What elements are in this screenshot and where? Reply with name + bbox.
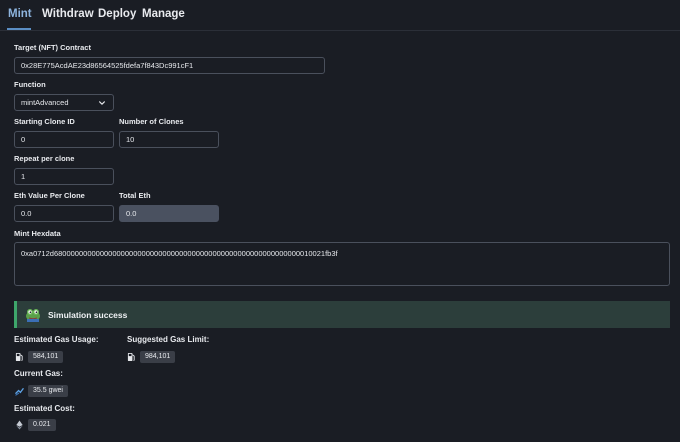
function-label: Function bbox=[14, 80, 46, 89]
starting-clone-id-label: Starting Clone ID bbox=[14, 117, 75, 126]
total-eth-label: Total Eth bbox=[119, 191, 151, 200]
suggested-gas-limit-value: 984,101 bbox=[140, 351, 176, 363]
estimated-gas-usage-label: Estimated Gas Usage: bbox=[14, 335, 99, 344]
number-of-clones-label: Number of Clones bbox=[119, 117, 184, 126]
suggested-gas-limit-label: Suggested Gas Limit: bbox=[127, 335, 210, 344]
tab-withdraw[interactable]: Withdraw bbox=[42, 8, 94, 20]
gas-pump-icon bbox=[15, 352, 23, 362]
tab-mint[interactable]: Mint bbox=[8, 8, 32, 20]
repeat-per-clone-label: Repeat per clone bbox=[14, 154, 75, 163]
target-contract-label: Target (NFT) Contract bbox=[14, 43, 91, 52]
current-gas-value: 35.5 gwei bbox=[28, 385, 68, 397]
estimated-cost-label: Estimated Cost: bbox=[14, 404, 75, 413]
estimated-gas-usage-value: 584,101 bbox=[28, 351, 64, 363]
current-gas-label: Current Gas: bbox=[14, 369, 63, 378]
function-select-value: mintAdvanced bbox=[21, 98, 69, 107]
estimated-cost-value: 0.021 bbox=[28, 419, 56, 431]
tab-manage[interactable]: Manage bbox=[142, 8, 185, 20]
eth-value-per-clone-input[interactable]: 0.0 bbox=[14, 205, 114, 222]
gas-trend-icon bbox=[15, 388, 24, 396]
mint-hexdata-label: Mint Hexdata bbox=[14, 229, 61, 238]
repeat-per-clone-input[interactable]: 1 bbox=[14, 168, 114, 185]
number-of-clones-input[interactable]: 10 bbox=[119, 131, 219, 148]
tab-deploy[interactable]: Deploy bbox=[98, 8, 136, 20]
simulation-status-alert: Simulation success bbox=[14, 301, 670, 328]
simulation-status-text: Simulation success bbox=[48, 310, 128, 320]
starting-clone-id-input[interactable]: 0 bbox=[14, 131, 114, 148]
total-eth-input: 0.0 bbox=[119, 205, 219, 222]
mint-hexdata-textarea[interactable]: 0xa0712d68000000000000000000000000000000… bbox=[14, 242, 670, 286]
gas-pump-icon bbox=[127, 352, 135, 362]
target-contract-input[interactable]: 0x28E775AcdAE23d86564525fdefa7f843Dc991c… bbox=[14, 57, 325, 74]
chevron-down-icon bbox=[99, 101, 105, 105]
eth-value-per-clone-label: Eth Value Per Clone bbox=[14, 191, 85, 200]
ethereum-icon bbox=[16, 420, 23, 430]
tab-bar: Mint Withdraw Deploy Manage bbox=[0, 0, 680, 31]
function-select[interactable]: mintAdvanced bbox=[14, 94, 114, 111]
active-tab-indicator bbox=[7, 28, 31, 30]
frog-icon bbox=[26, 309, 40, 322]
